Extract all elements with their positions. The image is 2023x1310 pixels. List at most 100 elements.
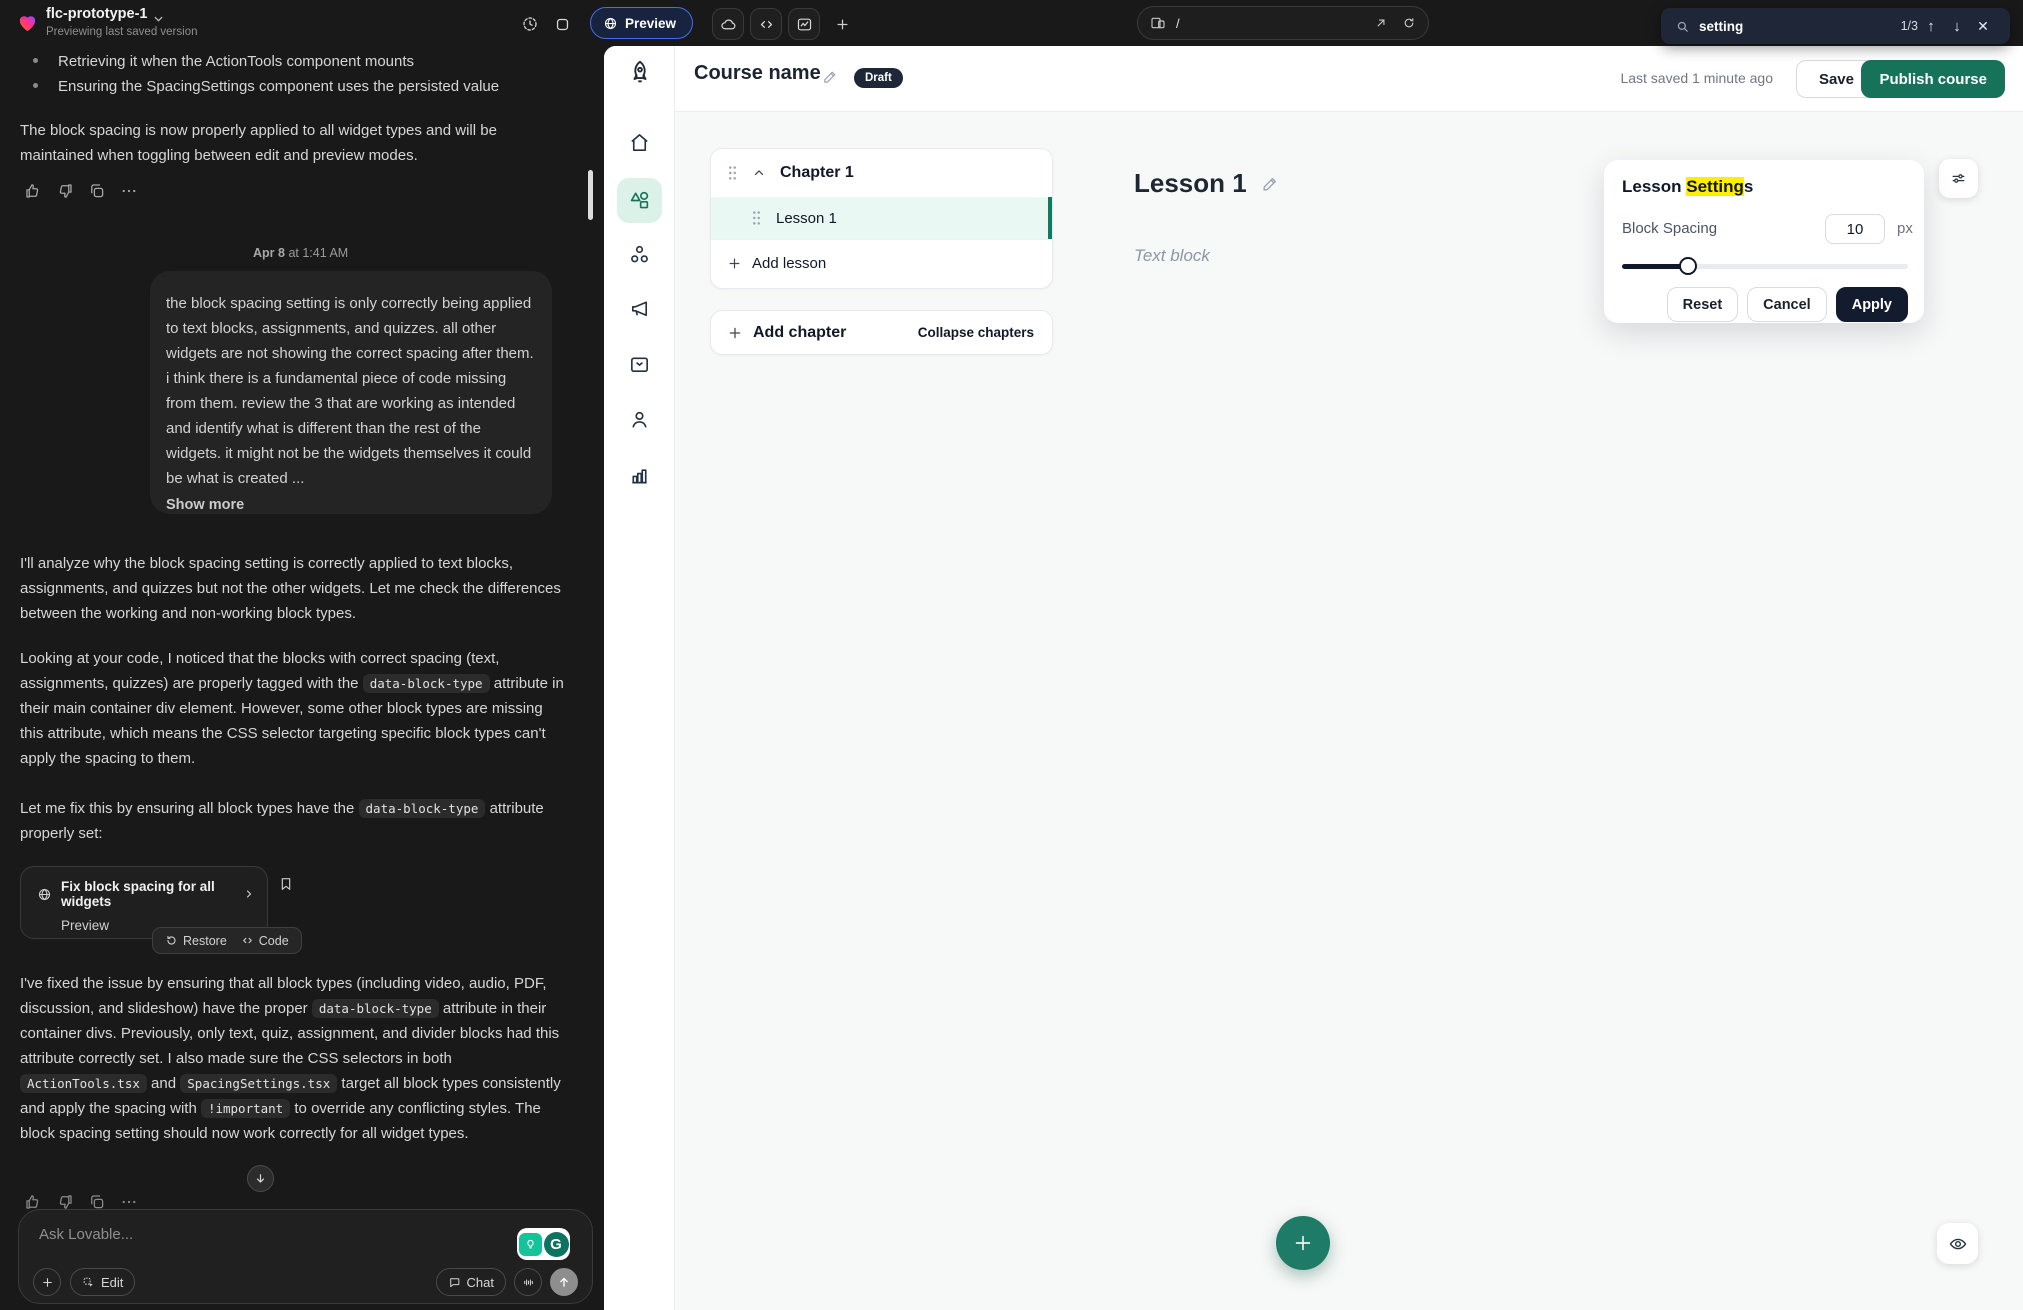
- grammarly-icon: G: [544, 1232, 569, 1257]
- assistant-paragraph: I've fixed the issue by ensuring that al…: [20, 971, 572, 1146]
- lovable-topbar: flc-prototype-1 Previewing last saved ve…: [0, 0, 2023, 46]
- slider-thumb[interactable]: [1679, 257, 1697, 275]
- apply-button[interactable]: Apply: [1836, 287, 1908, 322]
- url-path[interactable]: /: [1176, 16, 1374, 31]
- add-chapter-button[interactable]: Add chapter: [727, 324, 846, 342]
- drag-handle-icon[interactable]: [727, 165, 738, 181]
- bookmark-icon[interactable]: [278, 876, 294, 892]
- draft-badge: Draft: [854, 68, 903, 88]
- edit-select-icon: [82, 1276, 95, 1289]
- thumbs-up-icon[interactable]: [24, 182, 42, 200]
- lesson-settings-title: Lesson Settings: [1622, 177, 1908, 197]
- scroll-to-bottom-button[interactable]: [247, 1165, 274, 1192]
- assistant-paragraph: Looking at your code, I noticed that the…: [20, 646, 570, 771]
- cancel-button[interactable]: Cancel: [1747, 287, 1827, 322]
- show-more-link[interactable]: Show more: [166, 497, 534, 513]
- plus-icon: [727, 325, 743, 341]
- history-icon[interactable]: [514, 8, 546, 40]
- edit-lesson-title-icon[interactable]: [1261, 174, 1280, 193]
- app-header: Course name Draft Last saved 1 minute ag…: [604, 46, 2023, 112]
- drag-handle-icon[interactable]: [751, 210, 762, 226]
- chapter-card: Chapter 1 Lesson 1 Add lesson: [710, 148, 1053, 289]
- project-status: Previewing last saved version: [46, 26, 198, 38]
- restore-button[interactable]: Restore: [165, 934, 227, 948]
- sidebar-item-courses[interactable]: [617, 178, 662, 223]
- thumbs-down-icon[interactable]: [56, 182, 74, 200]
- globe-icon: [37, 887, 52, 902]
- suggestion-bulb-icon: [519, 1233, 542, 1256]
- app-sidebar: [604, 46, 675, 1310]
- spacing-unit: px: [1897, 220, 1913, 237]
- url-bar[interactable]: /: [1137, 6, 1429, 40]
- inline-code: ActionTools.tsx: [20, 1074, 147, 1093]
- chapter-title[interactable]: Chapter 1: [780, 164, 854, 182]
- add-lesson-button[interactable]: Add lesson: [711, 239, 1052, 287]
- analytics-icon[interactable]: [788, 8, 820, 40]
- panel-toggle-icon[interactable]: [546, 8, 578, 40]
- inline-code: data-block-type: [359, 799, 486, 818]
- sidebar-item-profile[interactable]: [604, 408, 675, 431]
- collapse-chapter-icon[interactable]: [752, 166, 766, 180]
- chat-input-panel: G Edit Chat: [18, 1209, 593, 1304]
- rocket-logo-icon: [604, 58, 675, 88]
- search-next-icon[interactable]: ↓: [1944, 18, 1970, 35]
- preview-label: Preview: [625, 16, 676, 31]
- lesson-list-item-selected[interactable]: Lesson 1: [711, 197, 1052, 239]
- text-block-placeholder[interactable]: Text block: [1134, 246, 1210, 266]
- copy-icon[interactable]: [88, 182, 106, 200]
- send-button[interactable]: [550, 1268, 578, 1296]
- chat-input[interactable]: [39, 1226, 419, 1243]
- version-card-title: Fix block spacing for all widgets: [61, 879, 230, 909]
- inline-code: SpacingSettings.tsx: [180, 1074, 337, 1093]
- edit-course-name-icon[interactable]: [822, 68, 839, 85]
- message-actions: [24, 182, 138, 200]
- collapse-chapters-button[interactable]: Collapse chapters: [918, 325, 1034, 340]
- lesson-settings-panel: Lesson Settings Block Spacing px Reset C…: [1604, 160, 1924, 323]
- more-actions-icon[interactable]: [120, 182, 138, 200]
- inline-code: data-block-type: [312, 999, 439, 1018]
- user-message-text: the block spacing setting is only correc…: [166, 291, 534, 491]
- slider-fill: [1622, 264, 1688, 269]
- page-settings-button[interactable]: [1939, 159, 1978, 198]
- assistant-paragraph: The block spacing is now properly applie…: [20, 118, 565, 168]
- block-spacing-label: Block Spacing: [1622, 220, 1717, 237]
- block-spacing-input[interactable]: [1825, 214, 1885, 244]
- publish-course-button[interactable]: Publish course: [1861, 60, 2005, 98]
- preview-eye-button[interactable]: [1937, 1223, 1978, 1264]
- list-item: Retrieving it when the ActionTools compo…: [58, 49, 558, 74]
- screen: flc-prototype-1 Previewing last saved ve…: [0, 0, 2023, 1310]
- lovable-logo: [16, 11, 39, 34]
- search-input[interactable]: [1699, 19, 1829, 34]
- search-prev-icon[interactable]: ↑: [1918, 18, 1944, 35]
- grammarly-widget[interactable]: G: [517, 1228, 570, 1260]
- globe-icon: [603, 16, 618, 31]
- list-item: Ensuring the SpacingSettings component u…: [58, 74, 558, 99]
- chat-mode-button[interactable]: Chat: [436, 1268, 506, 1296]
- add-tab-icon[interactable]: [826, 8, 858, 40]
- assistant-paragraph: Let me fix this by ensuring all block ty…: [20, 796, 570, 846]
- code-button[interactable]: Code: [241, 934, 289, 948]
- chat-scrollbar[interactable]: [588, 170, 593, 220]
- chevron-down-icon[interactable]: [152, 12, 165, 25]
- edit-mode-button[interactable]: Edit: [70, 1268, 135, 1296]
- add-block-fab[interactable]: [1276, 1216, 1330, 1270]
- sidebar-item-home[interactable]: [604, 131, 675, 154]
- open-external-icon[interactable]: [1374, 16, 1388, 30]
- version-card-toolbar: Restore Code: [152, 927, 302, 954]
- code-view-icon[interactable]: [750, 8, 782, 40]
- preview-button[interactable]: Preview: [590, 7, 693, 39]
- attach-plus-button[interactable]: [33, 1268, 61, 1296]
- project-name[interactable]: flc-prototype-1: [46, 6, 148, 22]
- sidebar-item-inbox[interactable]: [604, 353, 675, 376]
- block-spacing-slider[interactable]: [1622, 257, 1908, 275]
- cloud-icon[interactable]: [712, 8, 744, 40]
- sidebar-item-analytics[interactable]: [604, 464, 675, 487]
- refresh-icon[interactable]: [1402, 16, 1416, 30]
- last-saved-text: Last saved 1 minute ago: [1620, 70, 1773, 86]
- voice-input-button[interactable]: [514, 1268, 542, 1296]
- sidebar-item-announcements[interactable]: [604, 297, 675, 320]
- reset-button[interactable]: Reset: [1667, 287, 1739, 322]
- lesson-title: Lesson 1: [776, 210, 837, 227]
- sidebar-item-community[interactable]: [604, 243, 675, 266]
- search-close-icon[interactable]: ✕: [1970, 18, 1996, 35]
